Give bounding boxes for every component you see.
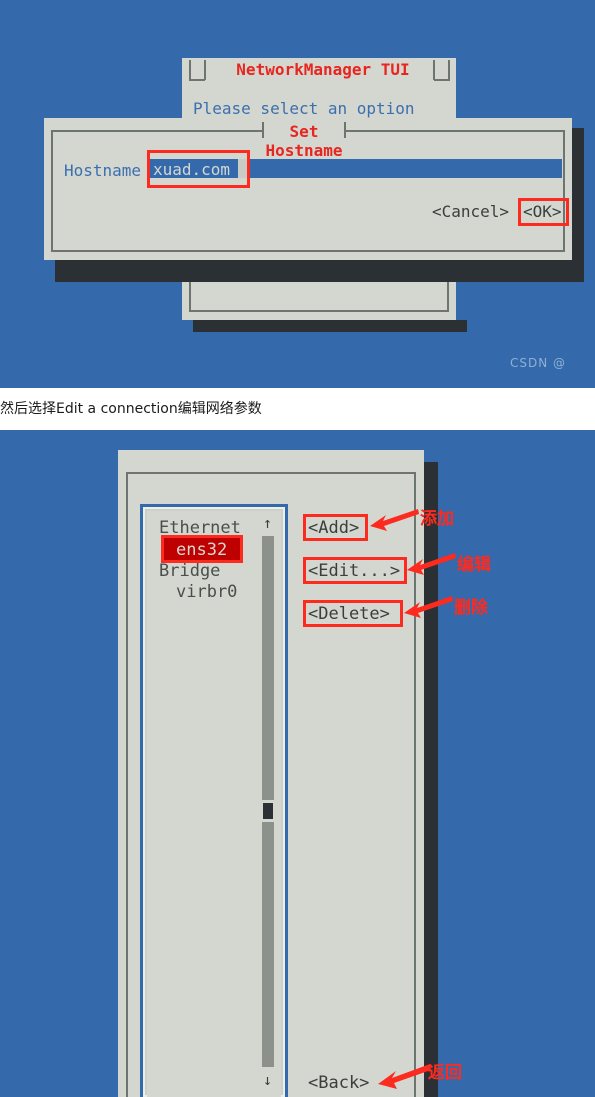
scrollbar-track-upper[interactable] (262, 536, 274, 800)
base-window-top-border-left (189, 79, 205, 81)
base-window-border-left (189, 60, 191, 80)
set-hostname-dialog-title: Set Hostname (265, 122, 343, 160)
screenshot-set-hostname: NetworkManager TUI Please select an opti… (0, 0, 595, 388)
hostname-dialog-shadow-bottom (55, 258, 584, 282)
hostname-dialog-border-left (51, 130, 53, 252)
annotation-box-ok-button (518, 198, 569, 226)
annotation-arrow-edit (407, 553, 456, 575)
annotation-label-back: 返回 (428, 1063, 462, 1083)
connection-dialog-inner-border-top (126, 472, 416, 474)
annotation-arrow-delete (404, 596, 453, 618)
list-item[interactable]: Bridge (159, 561, 220, 581)
annotation-arrow-back (378, 1064, 431, 1089)
hostname-dialog-border-top-right (345, 130, 565, 132)
hostname-dialog-shadow-right (572, 128, 584, 269)
annotation-arrow-add (370, 509, 419, 531)
back-button[interactable]: <Back> (308, 1073, 369, 1093)
nmtui-prompt-text: Please select an option (193, 99, 415, 118)
annotation-box-hostname-value (147, 150, 250, 188)
annotation-box-add-button (303, 514, 368, 541)
annotation-box-delete-button (303, 600, 403, 627)
scrollbar-up-arrow[interactable]: ↑ (263, 514, 272, 532)
annotation-label-delete: 删除 (454, 598, 488, 618)
list-item[interactable]: virbr0 (176, 582, 237, 602)
base-window-lower-box-bottom (189, 310, 449, 312)
screenshot-edit-connection: Ethernet ens32 Bridge virbr0 ↑ ↓ <Add> <… (0, 430, 595, 1097)
hostname-dialog-border-right (563, 130, 565, 252)
caption-text: 然后选择Edit a connection编辑网络参数 (0, 388, 595, 430)
base-window-shadow-bottom (193, 320, 467, 332)
nmtui-window-title: NetworkManager TUI (236, 60, 410, 79)
scrollbar-track-lower[interactable] (262, 822, 274, 1067)
base-window-title-tick-left (204, 60, 206, 80)
connection-dialog-inner-border-left (126, 472, 128, 1097)
hostname-label: Hostname (64, 161, 142, 180)
cancel-button[interactable]: <Cancel> (432, 202, 509, 221)
annotation-box-selected-connection (161, 535, 243, 563)
scrollbar-down-arrow[interactable]: ↓ (263, 1071, 272, 1089)
hostname-dialog-border-bottom (51, 250, 565, 252)
annotation-label-edit: 编辑 (457, 555, 491, 575)
csdn-watermark: CSDN @ (510, 356, 567, 370)
scrollbar-thumb[interactable] (263, 803, 273, 819)
hostname-dialog-border-top-left (51, 130, 263, 132)
annotation-label-add: 添加 (420, 509, 454, 529)
base-window-border-right (448, 60, 450, 80)
annotation-box-edit-button (303, 557, 407, 584)
